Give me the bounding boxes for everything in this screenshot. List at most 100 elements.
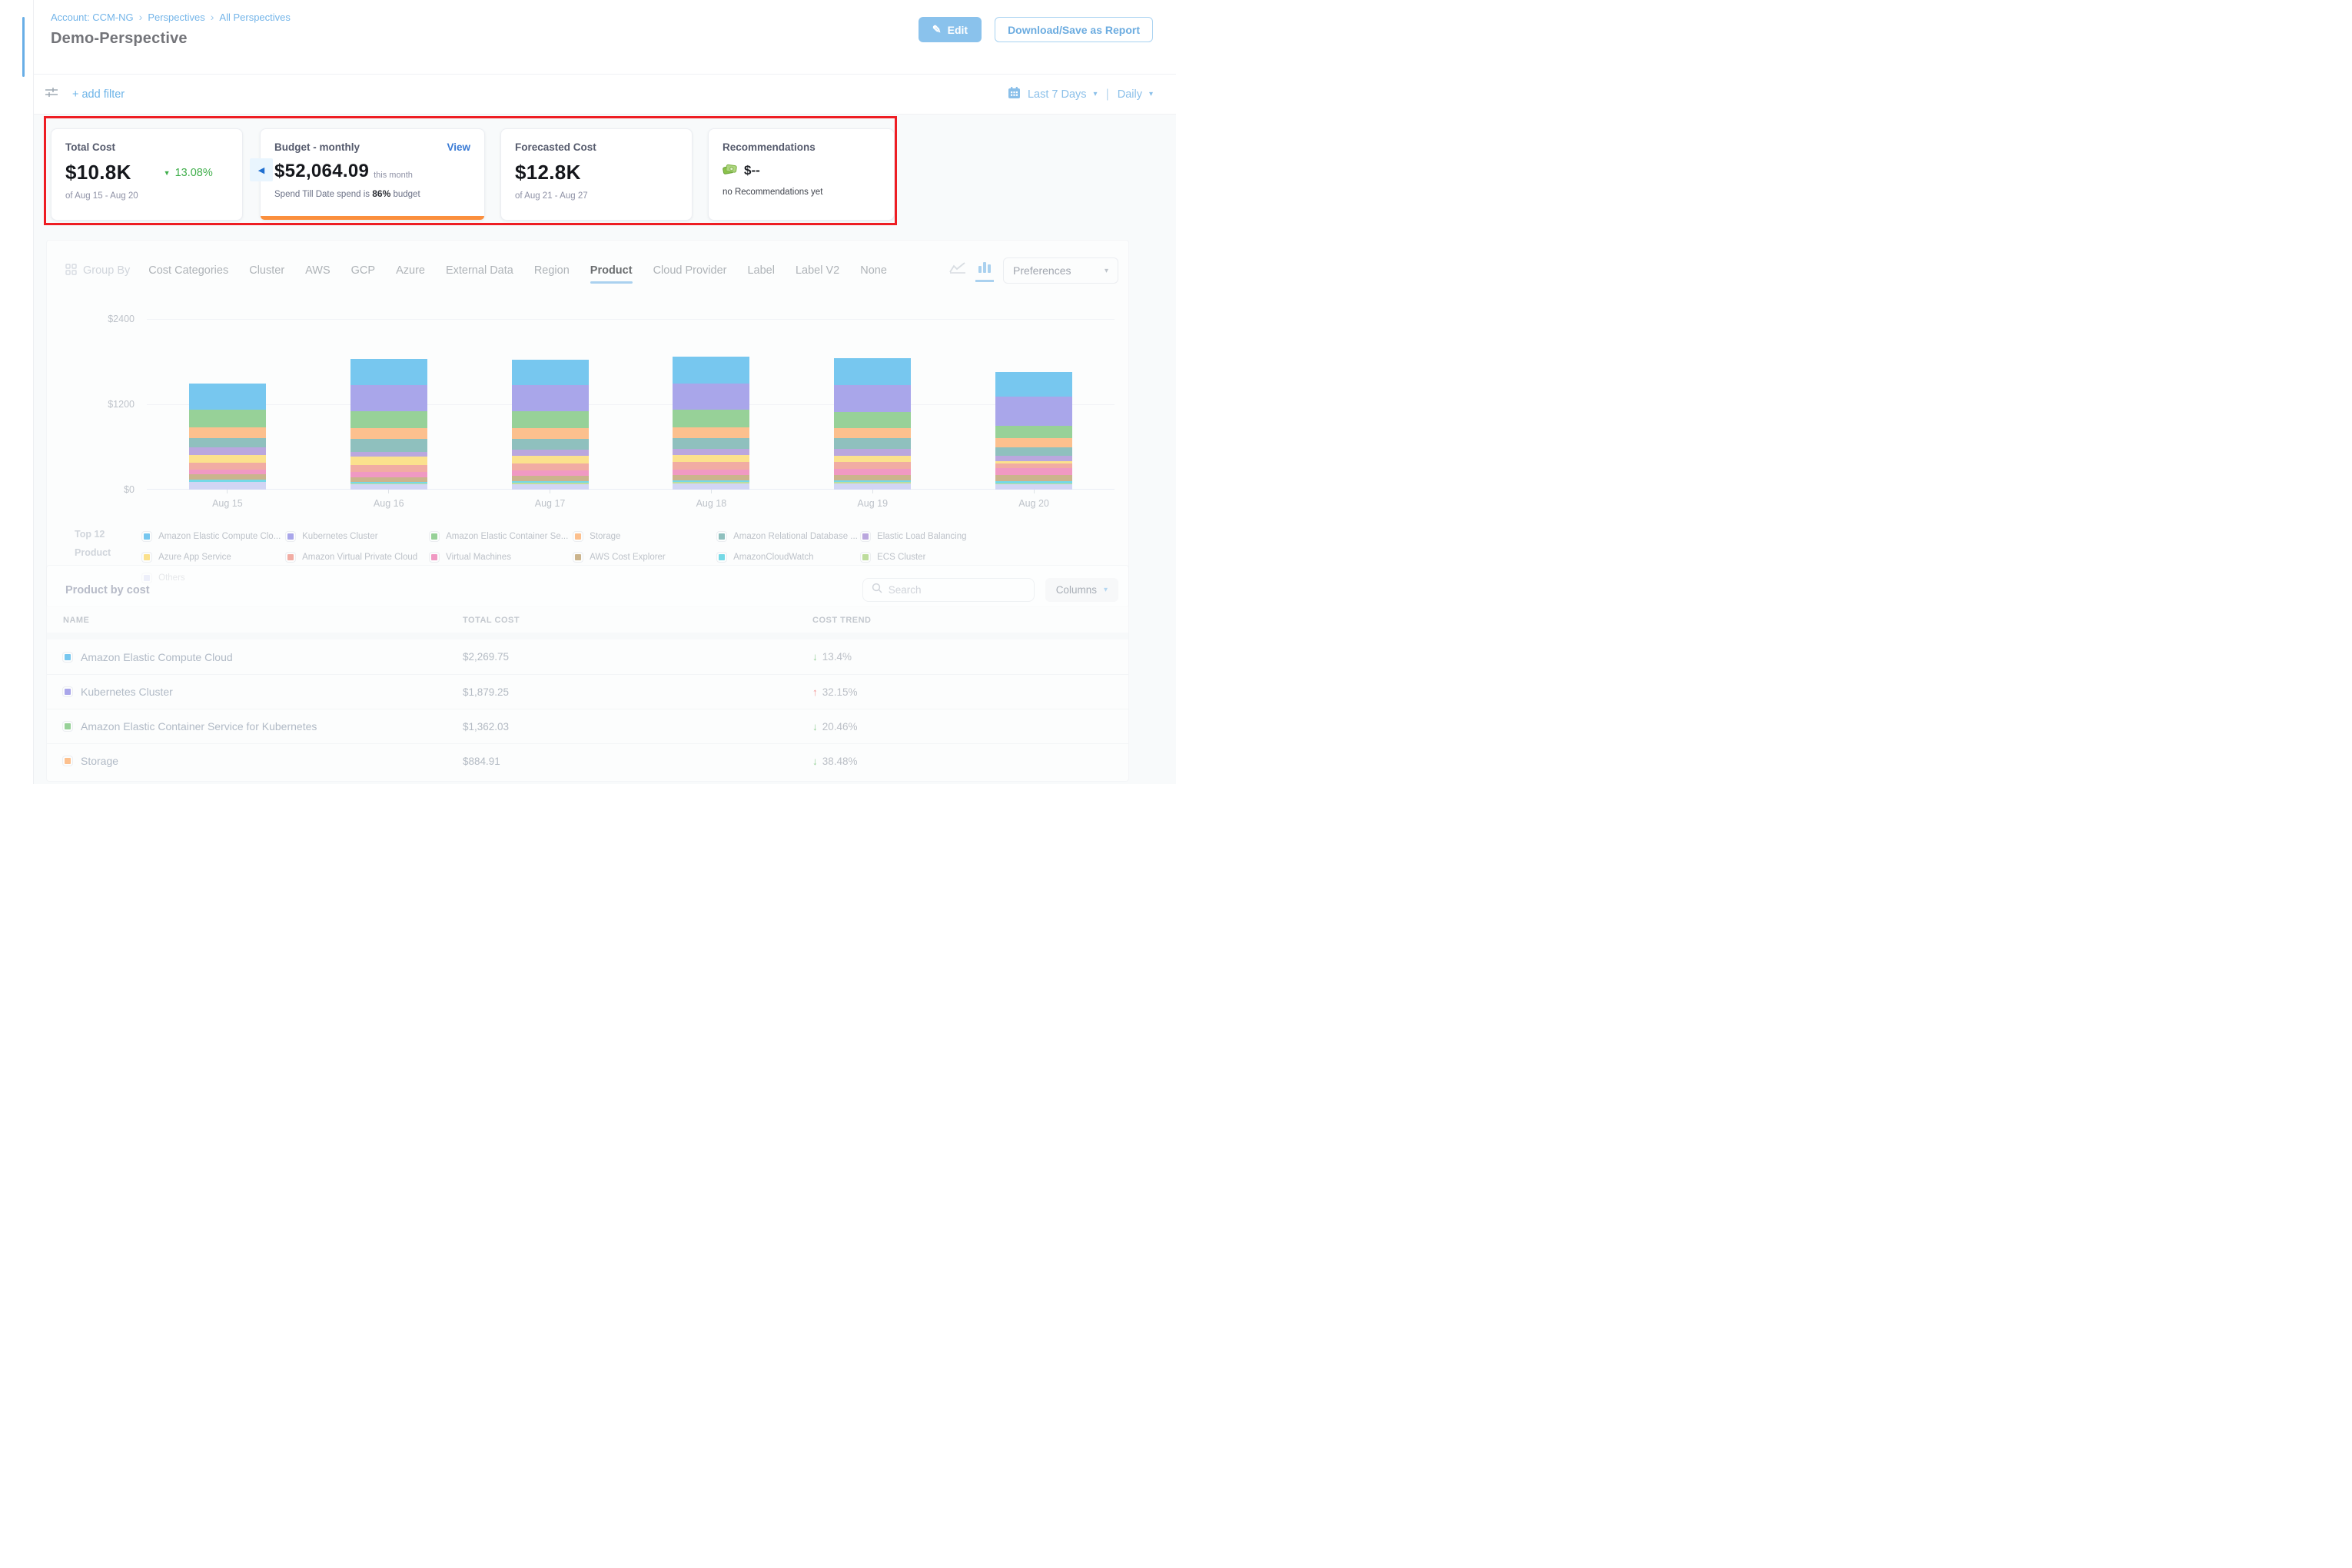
group-by-tab-label-v2[interactable]: Label V2 [796, 264, 839, 277]
bar-segment[interactable] [350, 457, 427, 465]
legend-item[interactable]: Amazon Elastic Compute Clo... [142, 526, 286, 546]
bar-segment[interactable] [995, 468, 1072, 474]
stacked-bar-aug-17[interactable] [512, 360, 589, 490]
group-by-tab-region[interactable]: Region [534, 264, 570, 277]
bar-segment[interactable] [995, 475, 1072, 482]
bar-segment[interactable] [512, 439, 589, 450]
budget-prev-button[interactable]: ◀ [250, 158, 273, 181]
bar-segment[interactable] [189, 384, 266, 410]
bar-segment[interactable] [350, 359, 427, 385]
bar-segment[interactable] [512, 484, 589, 490]
bar-segment[interactable] [995, 426, 1072, 439]
column-header-name[interactable]: NAME [63, 616, 463, 625]
stacked-bar-aug-18[interactable] [673, 357, 749, 490]
bar-segment[interactable] [189, 438, 266, 448]
table-row[interactable]: Storage$884.91↓38.48% [47, 743, 1128, 778]
line-chart-toggle-icon[interactable] [949, 261, 966, 281]
bar-segment[interactable] [512, 463, 589, 470]
legend-item[interactable]: AmazonCloudWatch [717, 546, 861, 567]
bar-segment[interactable] [834, 462, 911, 469]
bar-segment[interactable] [834, 428, 911, 439]
bar-segment[interactable] [512, 411, 589, 428]
legend-item[interactable]: Azure App Service [142, 546, 286, 567]
bar-segment[interactable] [834, 438, 911, 449]
bar-segment[interactable] [673, 427, 749, 438]
bar-segment[interactable] [673, 475, 749, 480]
bar-segment[interactable] [673, 483, 749, 490]
legend-item[interactable]: Storage [573, 526, 717, 546]
breadcrumb-perspectives[interactable]: Perspectives [148, 12, 204, 23]
bar-segment[interactable] [350, 411, 427, 427]
table-row[interactable]: Kubernetes Cluster$1,879.25↑32.15% [47, 674, 1128, 709]
date-range-select[interactable]: Last 7 Days [1028, 88, 1087, 101]
bar-segment[interactable] [350, 385, 427, 412]
legend-item[interactable]: ECS Cluster [861, 546, 1005, 567]
bar-segment[interactable] [834, 412, 911, 428]
filter-sliders-icon[interactable] [45, 86, 58, 102]
group-by-tab-label[interactable]: Label [747, 264, 774, 277]
preferences-dropdown[interactable]: Preferences ▾ [1003, 257, 1118, 284]
bar-segment[interactable] [995, 397, 1072, 426]
bar-segment[interactable] [673, 449, 749, 455]
bar-segment[interactable] [512, 456, 589, 463]
legend-item[interactable]: Amazon Virtual Private Cloud [286, 546, 430, 567]
column-header-total-cost[interactable]: TOTAL COST [463, 616, 812, 625]
bar-segment[interactable] [834, 483, 911, 490]
bar-segment[interactable] [350, 484, 427, 490]
bar-segment[interactable] [189, 474, 266, 480]
bar-segment[interactable] [512, 470, 589, 476]
stacked-bar-aug-16[interactable] [350, 359, 427, 490]
group-by-tab-none[interactable]: None [860, 264, 887, 277]
group-by-tab-product[interactable]: Product [590, 264, 633, 277]
bar-segment[interactable] [995, 484, 1072, 490]
search-box[interactable] [862, 578, 1035, 602]
stacked-bar-aug-20[interactable] [995, 372, 1072, 490]
bar-segment[interactable] [189, 427, 266, 438]
bar-segment[interactable] [189, 410, 266, 427]
bar-segment[interactable] [673, 410, 749, 427]
bar-segment[interactable] [350, 465, 427, 472]
bar-segment[interactable] [834, 449, 911, 455]
bar-segment[interactable] [189, 470, 266, 475]
bar-segment[interactable] [673, 357, 749, 384]
stacked-bar-aug-15[interactable] [189, 384, 266, 490]
granularity-select[interactable]: Daily [1118, 88, 1142, 101]
bar-segment[interactable] [834, 456, 911, 462]
bar-chart-toggle-icon[interactable] [977, 261, 992, 281]
bar-segment[interactable] [995, 372, 1072, 397]
breadcrumb-account[interactable]: Account: CCM-NG [51, 12, 134, 23]
legend-item[interactable]: Kubernetes Cluster [286, 526, 430, 546]
stacked-bar-aug-19[interactable] [834, 358, 911, 490]
legend-item[interactable]: Elastic Load Balancing [861, 526, 1005, 546]
group-by-tab-gcp[interactable]: GCP [351, 264, 375, 277]
bar-segment[interactable] [834, 469, 911, 475]
breadcrumb-all-perspectives[interactable]: All Perspectives [219, 12, 290, 23]
bar-segment[interactable] [512, 428, 589, 439]
column-header-cost-trend[interactable]: COST TREND [812, 616, 1112, 625]
bar-segment[interactable] [673, 438, 749, 449]
bar-segment[interactable] [995, 438, 1072, 447]
download-save-report-button[interactable]: Download/Save as Report [995, 17, 1153, 42]
edit-button[interactable]: ✎ Edit [919, 17, 982, 42]
bar-segment[interactable] [189, 463, 266, 470]
columns-dropdown-button[interactable]: Columns ▾ [1045, 578, 1118, 602]
search-input[interactable] [889, 584, 1019, 596]
bar-segment[interactable] [512, 360, 589, 386]
bar-segment[interactable] [189, 455, 266, 463]
bar-segment[interactable] [189, 482, 266, 490]
group-by-tab-aws[interactable]: AWS [305, 264, 331, 277]
group-by-tab-cloud-provider[interactable]: Cloud Provider [653, 264, 727, 277]
table-row[interactable]: Amazon Elastic Compute Cloud$2,269.75↓13… [47, 639, 1128, 674]
bar-segment[interactable] [673, 470, 749, 475]
legend-item[interactable]: Amazon Relational Database ... [717, 526, 861, 546]
bar-segment[interactable] [834, 385, 911, 412]
bar-segment[interactable] [512, 450, 589, 456]
group-by-tab-azure[interactable]: Azure [396, 264, 425, 277]
bar-segment[interactable] [350, 428, 427, 440]
legend-item[interactable]: AWS Cost Explorer [573, 546, 717, 567]
bar-segment[interactable] [350, 439, 427, 452]
bar-segment[interactable] [834, 475, 911, 480]
bar-segment[interactable] [673, 384, 749, 410]
group-by-tab-external-data[interactable]: External Data [446, 264, 513, 277]
group-by-tab-cost-categories[interactable]: Cost Categories [148, 264, 228, 277]
